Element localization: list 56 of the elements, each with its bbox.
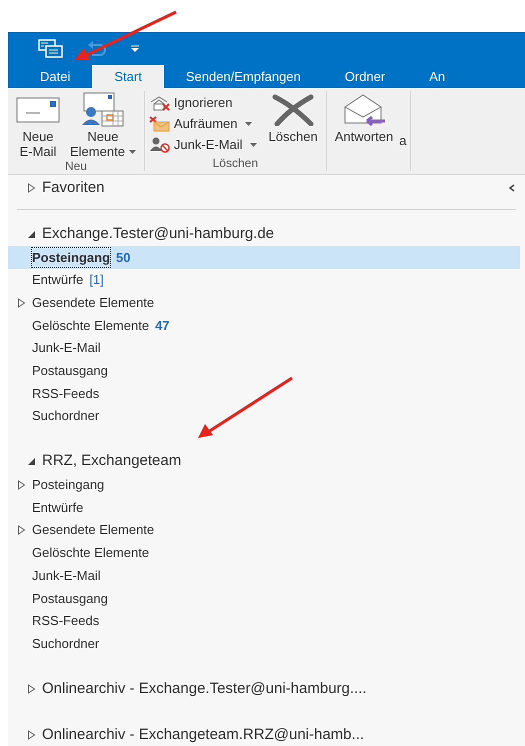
new-mail-button[interactable]: Neue E-Mail	[12, 91, 64, 159]
collapse-pane-icon[interactable]	[508, 184, 515, 192]
ribbon-tab[interactable]: Start	[92, 65, 164, 88]
folder-item[interactable]: Posteingang	[8, 474, 520, 496]
account-header[interactable]: Onlinearchiv - Exchangeteam.RRZ@uni-hamb...	[42, 724, 364, 746]
collapsed-triangle-icon[interactable]	[27, 684, 36, 694]
cleanup-icon	[148, 116, 171, 132]
collapsed-triangle-icon[interactable]	[17, 298, 26, 308]
folder-item[interactable]: Gesendete Elemente	[8, 291, 520, 314]
folder-item[interactable]: Suchordner	[8, 404, 520, 428]
new-items-button[interactable]: Neue Elemente	[66, 91, 140, 159]
folder-item[interactable]: Entwürfe [1]	[8, 268, 520, 292]
favorites-header[interactable]: Favoriten	[42, 176, 105, 200]
ribbon-tab[interactable]: Ordner	[322, 65, 408, 88]
send-receive-icon[interactable]	[38, 38, 64, 58]
folder-item[interactable]: Gelöschte Elemente	[8, 542, 520, 564]
ribbon-tab[interactable]: Senden/Empfangen	[164, 65, 323, 88]
reply-button[interactable]: Antworten	[330, 91, 398, 144]
account-header[interactable]: Onlinearchiv - Exchange.Tester@uni-hamburg....	[42, 678, 367, 700]
item-count: 47	[155, 316, 170, 335]
expanded-triangle-icon[interactable]	[27, 457, 36, 466]
account-header[interactable]: Exchange.Tester@uni-hamburg.de	[42, 222, 274, 246]
folder-item[interactable]: Gelöschte Elemente 47	[8, 314, 520, 337]
cleanup-button[interactable]: Aufräumen	[148, 113, 257, 134]
ribbon-tab[interactable]: Datei	[18, 65, 92, 88]
folder-item[interactable]: RSS-Feeds	[8, 610, 520, 632]
collapsed-triangle-icon[interactable]	[27, 730, 36, 740]
folder-item[interactable]: Junk-E-Mail	[8, 336, 520, 360]
delete-x-icon	[271, 94, 316, 126]
collapsed-triangle-icon[interactable]	[27, 183, 36, 193]
account-header[interactable]: RRZ, Exchangeteam	[42, 450, 182, 473]
new-items-icon	[80, 92, 125, 128]
group-label: Löschen	[212, 156, 259, 171]
folder-item[interactable]: RSS-Feeds	[8, 382, 520, 405]
folder-item[interactable]: Posteingang 50	[8, 246, 520, 269]
ignore-button[interactable]: Ignorieren	[148, 92, 257, 113]
folder-item[interactable]: Gesendete Elemente	[8, 518, 520, 542]
expanded-triangle-icon[interactable]	[27, 230, 36, 238]
folder-item[interactable]: Postausgang	[8, 586, 520, 610]
envelope-icon	[16, 97, 60, 123]
item-count: [1]	[89, 271, 104, 290]
folder-item[interactable]: Postausgang	[8, 359, 520, 382]
folder-item[interactable]: Junk-E-Mail	[8, 564, 520, 587]
customize-dropdown-icon[interactable]	[130, 44, 140, 52]
ribbon-tab[interactable]: An	[407, 65, 468, 88]
junk-icon	[148, 136, 171, 152]
ignore-icon	[148, 94, 171, 110]
collapsed-triangle-icon[interactable]	[17, 525, 26, 536]
delete-button[interactable]: Löschen	[264, 91, 322, 144]
group-label: Neu	[64, 159, 88, 174]
folder-item[interactable]: Entwürfe	[8, 496, 520, 519]
folder-item[interactable]: Suchordner	[8, 632, 520, 655]
item-count: 50	[116, 248, 130, 267]
cut-off-label: a	[399, 132, 406, 150]
collapsed-triangle-icon[interactable]	[17, 480, 26, 490]
junk-button[interactable]: Junk-E-Mail	[148, 134, 257, 155]
